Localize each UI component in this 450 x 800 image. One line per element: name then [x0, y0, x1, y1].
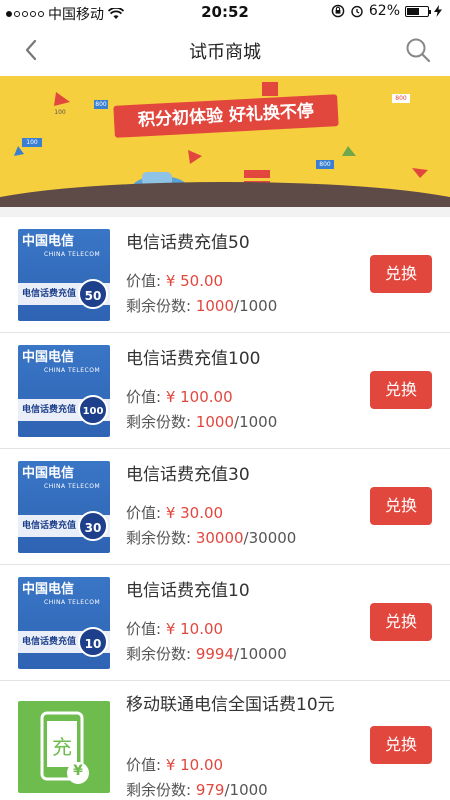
telecom-logo: 中国电信 CHINA TELECOM [22, 582, 101, 606]
product-thumbnail: 中国电信 CHINA TELECOM 电信话费充值 50 [18, 229, 110, 321]
product-name: 移动联通电信全国话费10元 [126, 695, 335, 715]
price-row: 价值: ¥ 30.00 [126, 504, 224, 522]
stock-remaining: 979 [195, 781, 225, 799]
nav-bar: 试币商城 [0, 24, 450, 76]
price-value: ¥ 30.00 [165, 504, 224, 522]
list-item[interactable]: 充 ¥ 移动联通电信全国话费10元 价值: ¥ 10.00 剩余份数: 979/… [0, 681, 450, 800]
page-title: 试币商城 [189, 42, 261, 63]
section-gap [0, 207, 450, 217]
redeem-button[interactable]: 兑换 [370, 487, 432, 525]
list-item[interactable]: 中国电信 CHINA TELECOM 电信话费充值 100 电信话费充值100 价… [0, 333, 450, 449]
telecom-card-image: 中国电信 CHINA TELECOM 电信话费充值 10 [18, 577, 110, 669]
stock-total: /1000 [234, 297, 278, 315]
stock-total: /10000 [234, 645, 287, 663]
product-name: 电信话费充值100 [126, 349, 261, 369]
status-bar: 中国移动 20:52 62% [0, 0, 450, 24]
stock-row: 剩余份数: 979/1000 [126, 781, 268, 799]
banner-tag: 800 [319, 161, 331, 168]
price-value: ¥ 10.00 [165, 620, 224, 638]
stock-row: 剩余份数: 9994/10000 [126, 645, 287, 663]
thumb-badge: 100 [78, 395, 108, 425]
rotation-lock-icon [331, 4, 345, 18]
search-button[interactable] [404, 36, 432, 64]
thumb-badge: 50 [78, 279, 108, 309]
search-icon [406, 38, 431, 63]
price-row: 价值: ¥ 10.00 [126, 756, 224, 774]
list-item[interactable]: 中国电信 CHINA TELECOM 电信话费充值 50 电信话费充值50 价值:… [0, 217, 450, 333]
price-row: 价值: ¥ 100.00 [126, 388, 233, 406]
redeem-button[interactable]: 兑换 [370, 255, 432, 293]
stock-total: /1000 [224, 781, 268, 799]
stock-total: /30000 [243, 529, 297, 547]
stock-remaining: 1000 [195, 297, 235, 315]
thumb-badge: 10 [78, 627, 108, 657]
telecom-card-image: 中国电信 CHINA TELECOM 电信话费充值 50 [18, 229, 110, 321]
yen-icon: ¥ [73, 763, 83, 779]
product-name: 电信话费充值30 [126, 465, 250, 485]
telecom-logo: 中国电信 CHINA TELECOM [22, 350, 101, 374]
stock-total: /1000 [234, 413, 278, 431]
product-thumbnail: 充 ¥ [18, 701, 110, 793]
recharge-char: 充 [52, 735, 72, 759]
banner-tag: 800 [395, 95, 407, 102]
thumb-badge: 30 [78, 511, 108, 541]
product-thumbnail: 中国电信 CHINA TELECOM 电信话费充值 10 [18, 577, 110, 669]
stock-remaining: 30000 [195, 529, 244, 547]
banner-tag: 100 [26, 139, 38, 146]
product-list: 中国电信 CHINA TELECOM 电信话费充值 50 电信话费充值50 价值:… [0, 217, 450, 800]
status-right: 62% [331, 3, 442, 19]
redeem-button[interactable]: 兑换 [370, 603, 432, 641]
list-item[interactable]: 中国电信 CHINA TELECOM 电信话费充值 30 电信话费充值30 价值:… [0, 449, 450, 565]
price-row: 价值: ¥ 10.00 [126, 620, 224, 638]
stock-row: 剩余份数: 30000/30000 [126, 529, 297, 547]
redeem-button[interactable]: 兑换 [370, 371, 432, 409]
stock-remaining: 1000 [195, 413, 235, 431]
banner-tag: 100 [54, 109, 66, 116]
product-thumbnail: 中国电信 CHINA TELECOM 电信话费充值 30 [18, 461, 110, 553]
alarm-icon [351, 5, 363, 18]
telecom-card-image: 中国电信 CHINA TELECOM 电信话费充值 100 [18, 345, 110, 437]
stock-row: 剩余份数: 1000/1000 [126, 297, 278, 315]
price-value: ¥ 10.00 [165, 756, 224, 774]
telecom-card-image: 中国电信 CHINA TELECOM 电信话费充值 30 [18, 461, 110, 553]
telecom-logo: 中国电信 CHINA TELECOM [22, 466, 101, 490]
price-row: 价值: ¥ 50.00 [126, 272, 224, 290]
stock-row: 剩余份数: 1000/1000 [126, 413, 278, 431]
mobile-recharge-image: 充 ¥ [18, 701, 110, 793]
price-value: ¥ 100.00 [165, 388, 233, 406]
banner-tag: 800 [95, 101, 107, 108]
battery-percent: 62% [368, 3, 400, 19]
product-name: 电信话费充值50 [126, 233, 250, 253]
list-item[interactable]: 中国电信 CHINA TELECOM 电信话费充值 10 电信话费充值10 价值:… [0, 565, 450, 681]
product-name: 电信话费充值10 [126, 581, 250, 601]
telecom-logo: 中国电信 CHINA TELECOM [22, 234, 101, 258]
stock-remaining: 9994 [195, 645, 235, 663]
battery-icon [405, 5, 431, 17]
redeem-button[interactable]: 兑换 [370, 726, 432, 764]
promo-banner[interactable]: 积分初体验 好礼换不停 800 100 800 100 800 [0, 76, 450, 207]
price-value: ¥ 50.00 [165, 272, 224, 290]
product-thumbnail: 中国电信 CHINA TELECOM 电信话费充值 100 [18, 345, 110, 437]
charging-icon [434, 5, 442, 17]
